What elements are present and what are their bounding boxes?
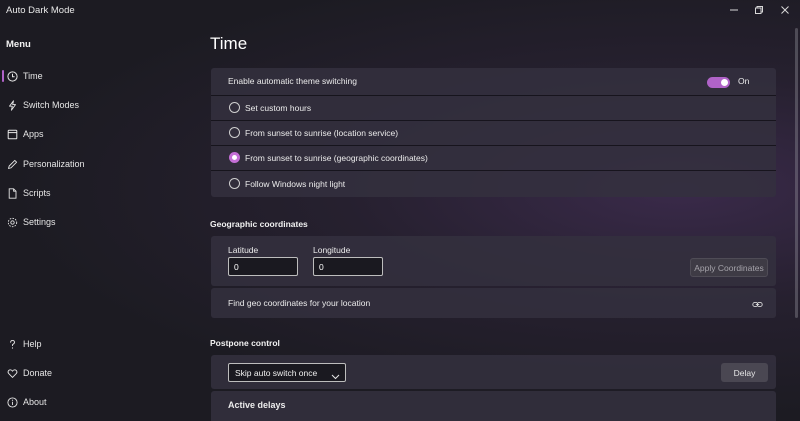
- geo-inputs-card: Latitude Longitude Apply Coordinates: [211, 236, 776, 286]
- menu-header: Menu: [6, 39, 31, 50]
- sidebar-item-scripts[interactable]: Scripts: [0, 182, 190, 204]
- sidebar-item-label: Help: [23, 339, 42, 349]
- geo-section-title: Geographic coordinates: [210, 219, 308, 229]
- toggle-state-label: On: [738, 76, 750, 86]
- theme-switching-card: Enable automatic theme switching On Set …: [211, 68, 776, 197]
- sidebar-item-label: Settings: [23, 217, 56, 227]
- sidebar-item-label: Switch Modes: [23, 100, 80, 110]
- document-icon: [6, 187, 18, 199]
- sidebar-item-donate[interactable]: Donate: [0, 362, 190, 384]
- active-delays-card: Active delays: [211, 391, 776, 421]
- sidebar-item-label: Apps: [23, 129, 44, 139]
- sidebar-item-help[interactable]: Help: [0, 333, 190, 355]
- sidebar-item-label: Donate: [23, 368, 53, 378]
- sidebar-item-label: Time: [23, 71, 43, 81]
- radio-option-custom-hours[interactable]: Set custom hours: [211, 95, 776, 120]
- radio-option-geo-coordinates[interactable]: From sunset to sunrise (geographic coord…: [211, 145, 776, 170]
- scrollbar-thumb[interactable]: [795, 28, 798, 318]
- active-delays-title: Active delays: [228, 400, 286, 410]
- question-icon: [6, 338, 18, 350]
- minimize-icon[interactable]: [726, 3, 742, 17]
- selected-indicator: [2, 70, 4, 82]
- heart-icon: [6, 367, 18, 379]
- radio-option-night-light[interactable]: Follow Windows night light: [211, 170, 776, 195]
- radio-option-label: From sunset to sunrise (geographic coord…: [245, 153, 428, 163]
- latitude-input[interactable]: [228, 257, 298, 276]
- sidebar-item-label: Scripts: [23, 188, 51, 198]
- sidebar: Menu Time Switch Modes Apps Personalizat…: [0, 22, 200, 421]
- radio-option-location-service[interactable]: From sunset to sunrise (location service…: [211, 120, 776, 145]
- radio-option-label: From sunset to sunrise (location service…: [245, 128, 399, 138]
- latitude-label: Latitude: [228, 245, 259, 255]
- postpone-select[interactable]: Skip auto switch once: [228, 363, 346, 382]
- app-title: Auto Dark Mode: [6, 5, 75, 16]
- find-geo-link[interactable]: Find geo coordinates for your location: [228, 298, 370, 308]
- sidebar-item-personalization[interactable]: Personalization: [0, 153, 190, 175]
- radio-option-label: Set custom hours: [245, 103, 312, 113]
- auto-switch-row: Enable automatic theme switching On: [211, 68, 776, 93]
- sidebar-item-apps[interactable]: Apps: [0, 123, 190, 145]
- longitude-label: Longitude: [313, 245, 351, 255]
- sidebar-item-switch-modes[interactable]: Switch Modes: [0, 94, 190, 116]
- auto-switch-label: Enable automatic theme switching: [228, 76, 357, 86]
- sidebar-item-about[interactable]: About: [0, 391, 190, 413]
- auto-switch-toggle[interactable]: [707, 77, 730, 88]
- clock-icon: [6, 70, 18, 82]
- radio-button[interactable]: [229, 178, 240, 189]
- sidebar-item-settings[interactable]: Settings: [0, 211, 190, 233]
- radio-button[interactable]: [229, 102, 240, 113]
- close-icon[interactable]: [777, 3, 793, 17]
- find-geo-card[interactable]: Find geo coordinates for your location: [211, 288, 776, 318]
- apply-coordinates-button[interactable]: Apply Coordinates: [690, 258, 768, 277]
- radio-option-label: Follow Windows night light: [245, 179, 346, 189]
- title-bar: Auto Dark Mode: [0, 0, 800, 22]
- link-icon[interactable]: [752, 297, 763, 308]
- info-icon: [6, 396, 18, 408]
- radio-button[interactable]: [229, 127, 240, 138]
- sidebar-item-label: Personalization: [23, 159, 85, 169]
- longitude-input[interactable]: [313, 257, 383, 276]
- restore-icon[interactable]: [751, 3, 767, 17]
- pen-icon: [6, 158, 18, 170]
- postpone-section-title: Postpone control: [210, 338, 280, 348]
- scrollbar[interactable]: [795, 28, 798, 416]
- delay-button[interactable]: Delay: [721, 363, 768, 382]
- apps-icon: [6, 128, 18, 140]
- postpone-select-value: Skip auto switch once: [235, 368, 318, 378]
- gear-icon: [6, 216, 18, 228]
- page-title: Time: [210, 34, 248, 53]
- sidebar-item-label: About: [23, 397, 47, 407]
- sidebar-item-time[interactable]: Time: [0, 65, 190, 87]
- chevron-down-icon: [331, 368, 340, 380]
- radio-button-checked[interactable]: [229, 152, 240, 163]
- lightning-icon: [6, 99, 18, 111]
